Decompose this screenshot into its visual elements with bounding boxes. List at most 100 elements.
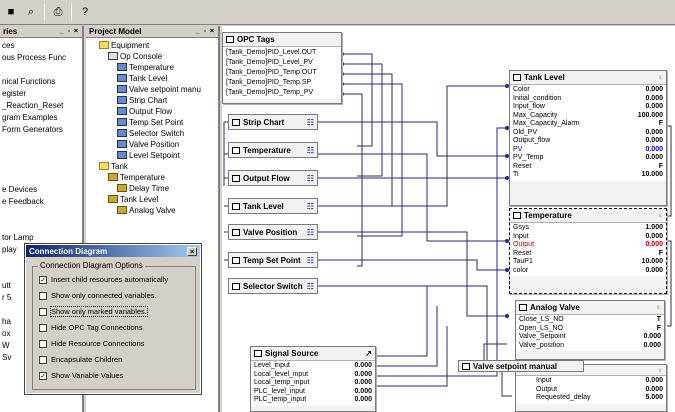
library-list-item[interactable]: e Feedback (2, 197, 44, 207)
ui-node-temp-set-point[interactable]: Temp Set Point ☷ (228, 252, 318, 268)
tree-item[interactable]: Strip Chart (117, 96, 167, 106)
checkbox-icon[interactable] (39, 307, 47, 316)
dialog-title-bar[interactable]: Connection Diagram × (26, 245, 200, 257)
tree-item[interactable]: Selector Switch (117, 129, 184, 139)
ui-node-selector-switch[interactable]: Selector Switch ☷ (228, 278, 318, 294)
collapse-box-icon[interactable] (513, 74, 521, 81)
tree-item[interactable]: Analog Valve (117, 206, 176, 216)
collapse-box-icon[interactable] (226, 36, 234, 43)
library-list-item[interactable]: e Devices (2, 185, 37, 195)
library-list-item[interactable]: ox (2, 329, 10, 339)
ui-node-output-flow[interactable]: Output Flow ☷ (228, 170, 318, 186)
checkbox-icon[interactable] (39, 355, 47, 364)
opc-tag[interactable]: [Tank_Demo]PID_Temp.OUT (226, 68, 338, 78)
library-list-item[interactable]: play (2, 245, 17, 255)
collapse-box-icon[interactable] (232, 146, 240, 154)
library-list-item[interactable]: _Reaction_Reset (2, 101, 63, 111)
tree-item[interactable]: Op Console (108, 52, 162, 62)
collapse-box-icon[interactable] (232, 228, 240, 236)
variable-row[interactable]: Level_input 0.000 (254, 362, 372, 371)
variable-row[interactable]: PV_Temp 0.000 (513, 154, 663, 163)
library-list-item[interactable]: nical Functions (2, 77, 55, 87)
checkbox-icon[interactable] (39, 291, 47, 300)
variable-row[interactable]: Valve_position 0.000 (519, 342, 661, 351)
option-checkbox[interactable]: Hide Resource Connections (39, 339, 144, 348)
variable-row[interactable]: Max_Capacity_Alarm F (513, 120, 663, 129)
variable-row[interactable]: Input 0.000 (513, 233, 663, 242)
stop-icon[interactable]: ■ (4, 5, 18, 19)
opc-tags-block[interactable]: OPC Tags [Tank_Demo]PID_Level.OUT [Tank_D… (222, 32, 342, 104)
library-list-item[interactable]: utt (2, 281, 11, 291)
variable-row[interactable]: Output 0.000 (513, 241, 663, 250)
option-checkbox[interactable]: Hide OPC Tag Connections (39, 323, 143, 332)
variable-row[interactable]: PV 0.000 (513, 146, 663, 155)
variable-row[interactable]: Local_level_input 0.000 (254, 371, 372, 380)
variable-row[interactable]: Ti 10.000 (513, 171, 663, 180)
signal-source-block[interactable]: Signal Source ↗ Level_input 0.000 Local_le… (250, 346, 376, 412)
variable-row[interactable]: Output_flow 0.000 (513, 137, 663, 146)
connection-diagram-canvas[interactable]: OPC Tags [Tank_Demo]PID_Level.OUT [Tank_D… (222, 26, 675, 412)
tree-item[interactable]: Tank Level (108, 195, 158, 205)
library-list-item[interactable]: ous Process Func (2, 53, 66, 63)
library-list-item[interactable]: ces (2, 41, 14, 51)
tree-item[interactable]: Output Flow (117, 107, 172, 117)
tree-item[interactable]: Tank (99, 162, 128, 172)
library-list-item[interactable]: egister (2, 89, 26, 99)
collapse-box-icon[interactable] (232, 174, 240, 182)
analog-valve-block[interactable]: Analog Valve ♀ Close_LS_NO T Open_LS_NO F Va… (515, 300, 665, 360)
collapse-box-icon[interactable] (232, 202, 240, 210)
connection-port[interactable] (505, 314, 509, 318)
collapse-box-icon[interactable] (254, 350, 262, 357)
tank-level-block[interactable]: Tank Level ♀ Color 0.000 Initial_condition… (509, 70, 667, 206)
checkbox-icon[interactable] (39, 339, 47, 348)
ui-node-valve-position[interactable]: Valve Position ☷ (228, 224, 318, 240)
option-checkbox[interactable]: ✓ Insert child resources automatically (39, 275, 168, 284)
variable-row[interactable]: Gsys 1.000 (513, 224, 663, 233)
option-checkbox[interactable]: Show only connected variables. (39, 291, 156, 300)
variable-row[interactable]: Requested_delay 5.000 (536, 394, 663, 403)
variable-row[interactable]: Reset F (513, 163, 663, 172)
pane-window-buttons[interactable]: _ ▫ × (60, 28, 79, 35)
variable-row[interactable]: Output 0.000 (536, 386, 663, 395)
library-list-item[interactable]: W (2, 341, 10, 351)
variable-row[interactable]: Max_Capacity 100.000 (513, 112, 663, 121)
collapse-box-icon[interactable] (519, 304, 527, 311)
collapse-box-icon[interactable] (462, 362, 470, 370)
variable-row[interactable]: Valve_Setpoint 0.000 (519, 333, 661, 342)
ui-node-tank-level[interactable]: Tank Level ☷ (228, 198, 318, 214)
collapse-box-icon[interactable] (232, 256, 240, 264)
tree-item[interactable]: Temperature (117, 63, 174, 73)
variable-row[interactable]: Open_LS_NO F (519, 325, 661, 334)
variable-row[interactable]: Local_temp_input 0.000 (254, 379, 372, 388)
library-list-item[interactable]: Sv (2, 353, 11, 363)
variable-row[interactable]: PLC_temp_input 0.000 (254, 396, 372, 405)
variable-row[interactable]: Color 0.000 (513, 86, 663, 95)
option-checkbox[interactable]: Encapsulate Children (39, 355, 122, 364)
collapse-box-icon[interactable] (513, 212, 521, 219)
library-list-item[interactable]: tor Lamp (2, 233, 34, 243)
tree-item[interactable]: Equipment (99, 41, 149, 51)
ui-node-strip-chart[interactable]: Strip Chart ☷ (228, 114, 318, 130)
option-checkbox[interactable]: ✓ Show Variable Values (39, 371, 123, 380)
zoom-icon[interactable]: ⌕ (24, 5, 38, 19)
opc-tag[interactable]: [Tank_Demo]PID_Temp.SP (226, 78, 338, 88)
tree-item[interactable]: Valve Position (117, 140, 179, 150)
variable-row[interactable]: Input_flow 0.000 (513, 103, 663, 112)
help-icon[interactable]: ? (78, 5, 92, 19)
variable-row[interactable]: Old_PV 0.000 (513, 129, 663, 138)
checked-checkbox-icon[interactable]: ✓ (39, 275, 47, 284)
library-list-item[interactable]: Form Generators (2, 125, 63, 135)
variable-row[interactable]: Close_LS_NO T (519, 316, 661, 325)
variable-row[interactable]: TauP1 10.000 (513, 258, 663, 267)
tree-item[interactable]: Temperature (108, 173, 165, 183)
variable-row[interactable]: color 0.000 (513, 267, 663, 276)
collapse-box-icon[interactable] (232, 282, 240, 290)
library-list-item[interactable]: gram Examples (2, 113, 58, 123)
library-list-item[interactable]: r 5 (2, 293, 11, 303)
checked-checkbox-icon[interactable]: ✓ (39, 371, 47, 380)
checkbox-icon[interactable] (39, 323, 47, 332)
temperature-block[interactable]: Temperature ♀ Gsys 1.000 Input 0.000 Output 0… (509, 208, 667, 294)
tree-item[interactable]: Temp Set Point (117, 118, 183, 128)
variable-row[interactable]: Reset F (513, 250, 663, 259)
tree-item[interactable]: Valve setpoint manu (117, 85, 201, 95)
